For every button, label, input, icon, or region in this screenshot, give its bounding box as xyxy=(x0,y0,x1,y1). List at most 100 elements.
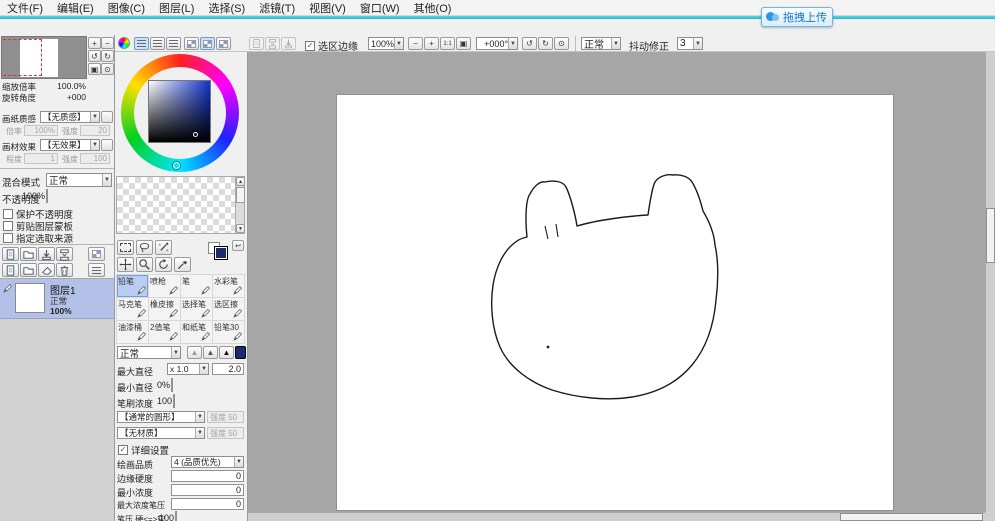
nav-zoom-out-button[interactable]: − xyxy=(101,37,114,49)
menu-item-file[interactable]: 文件(F) xyxy=(0,0,50,17)
menu-item-filter[interactable]: 滤镜(T) xyxy=(252,0,302,17)
material-effect-select[interactable]: 【无效果】 ▼ xyxy=(40,139,100,151)
tool-marker-button[interactable]: 马克笔 xyxy=(117,298,149,321)
menu-item-select[interactable]: 选择(S) xyxy=(201,0,252,17)
canvas[interactable] xyxy=(337,95,893,510)
scratchpad-scrollbar[interactable]: ▲ ▼ xyxy=(235,177,244,233)
tool-pencil-button[interactable]: 铅笔 xyxy=(117,275,149,298)
color-wheel-tab-button[interactable] xyxy=(134,37,149,50)
pressure-hard-soft-slider[interactable]: 100 xyxy=(175,511,177,521)
move-tool-button[interactable] xyxy=(117,257,134,272)
sv-square[interactable] xyxy=(148,80,211,143)
selection-source-checkbox[interactable]: 指定选取来源 xyxy=(3,231,73,245)
material-effect-extra-button[interactable] xyxy=(101,139,113,151)
brush-tip-soft-button[interactable]: ▲ xyxy=(187,346,202,359)
menu-item-edit[interactable]: 编辑(E) xyxy=(50,0,101,17)
nav-rotate-reset-button[interactable]: ⊙ xyxy=(101,63,114,75)
nav-rotate-cw-button[interactable]: ↻ xyxy=(101,50,114,62)
brush-shape-select[interactable]: 【通常的圆形】 ▼ xyxy=(117,411,205,423)
tool-paper-brush-button[interactable]: 和纸笔 xyxy=(181,321,213,344)
horizontal-scrollbar-thumb[interactable] xyxy=(840,513,983,521)
rect-select-button[interactable] xyxy=(117,240,134,255)
invert-selection-button[interactable] xyxy=(265,37,280,50)
layer-blend-select[interactable]: 正常 ▼ xyxy=(46,173,112,187)
layer-settings-button[interactable] xyxy=(88,263,105,277)
material-degree-value[interactable]: 1 xyxy=(24,153,58,164)
menu-item-others[interactable]: 其他(O) xyxy=(407,0,459,17)
magic-wand-button[interactable] xyxy=(155,240,172,255)
navigator-preview[interactable] xyxy=(1,36,87,79)
layer-mask-button[interactable] xyxy=(88,247,105,261)
tool-eraser-button[interactable]: 橡皮擦 xyxy=(149,298,181,321)
color-wheel[interactable] xyxy=(121,54,239,172)
swatches-tab-button[interactable] xyxy=(184,37,199,50)
menu-item-image[interactable]: 图像(C) xyxy=(101,0,152,17)
rotate-tool-button[interactable] xyxy=(155,257,172,272)
tool-brush-button[interactable]: 笔 xyxy=(181,275,213,298)
nav-rotate-ccw-button[interactable]: ↺ xyxy=(88,50,101,62)
scratchpad-scrollbar-thumb[interactable] xyxy=(236,187,245,203)
tool-airbrush-button[interactable]: 喷枪 xyxy=(149,275,181,298)
rotate-cw-button[interactable]: ↻ xyxy=(538,37,553,50)
brush-texture-swatch[interactable] xyxy=(235,346,246,359)
brush-tip-medium-button[interactable]: ▲ xyxy=(203,346,218,359)
layer-item[interactable]: 图层1 正常 100% xyxy=(0,279,114,319)
primary-color-swatch[interactable] xyxy=(214,246,228,260)
menu-item-window[interactable]: 窗口(W) xyxy=(353,0,407,17)
menu-item-layer[interactable]: 图层(L) xyxy=(152,0,201,17)
max-diameter-value[interactable]: 2.0 xyxy=(212,363,244,375)
deselect-button[interactable] xyxy=(249,37,264,50)
scratchpad-tab-button[interactable] xyxy=(200,37,215,50)
clear-layer-button[interactable] xyxy=(38,263,55,277)
rgb-slider-tab-button[interactable] xyxy=(150,37,165,50)
copy-layer-button[interactable] xyxy=(2,263,19,277)
tool-watercolor-button[interactable]: 水彩笔 xyxy=(213,275,245,298)
vertical-scrollbar[interactable] xyxy=(985,52,995,512)
scroll-down-icon[interactable]: ▼ xyxy=(236,224,245,233)
edge-hardness-field[interactable]: 0 xyxy=(171,470,244,482)
navigator-view-rect[interactable] xyxy=(1,39,42,76)
lasso-button[interactable] xyxy=(136,240,153,255)
horizontal-scrollbar[interactable] xyxy=(248,512,985,521)
min-density-field[interactable]: 0 xyxy=(171,484,244,496)
paper-texture-extra-button[interactable] xyxy=(101,111,113,123)
rotate-ccw-button[interactable]: ↺ xyxy=(522,37,537,50)
zoom-reset-button[interactable]: 1:1 xyxy=(440,37,455,50)
scratchpad[interactable]: ▲ ▼ xyxy=(116,176,245,234)
layer-opacity-slider[interactable]: 100% xyxy=(46,189,48,203)
tool-select-eraser-button[interactable]: 选区擦 xyxy=(213,298,245,321)
brush-density-slider[interactable]: 100 xyxy=(173,394,175,408)
canvas-angle-select[interactable]: +000° ▼ xyxy=(476,37,518,50)
new-layer-button[interactable] xyxy=(2,247,19,261)
tool-pencil30-button[interactable]: 铅笔30 xyxy=(213,321,245,344)
color-mixer-tab-button[interactable] xyxy=(216,37,231,50)
vertical-scrollbar-thumb[interactable] xyxy=(986,208,995,263)
zoom-tool-button[interactable] xyxy=(136,257,153,272)
transfer-down-button[interactable] xyxy=(38,247,55,261)
nav-zoom-reset-button[interactable]: ▣ xyxy=(88,63,101,75)
brush-tip-hard-button[interactable]: ▲ xyxy=(219,346,234,359)
toolbar-blend-select[interactable]: 正常 ▼ xyxy=(581,37,621,50)
brush-texture-strength[interactable]: 强度 50 xyxy=(207,427,244,439)
brush-blend-select[interactable]: 正常 ▼ xyxy=(117,346,181,359)
brush-shape-strength[interactable]: 强度 50 xyxy=(207,411,244,423)
selection-edge-checkbox[interactable]: ✓ 选区边缘 xyxy=(305,38,358,53)
min-diameter-slider[interactable]: 0% xyxy=(171,378,173,392)
tool-binary-pen-button[interactable]: 2值笔 xyxy=(149,321,181,344)
scroll-up-icon[interactable]: ▲ xyxy=(236,177,245,186)
zoom-in-button[interactable]: + xyxy=(424,37,439,50)
max-density-pressure-field[interactable]: 0 xyxy=(171,498,244,510)
zoom-out-button[interactable]: − xyxy=(408,37,423,50)
paper-texture-select[interactable]: 【无质感】 ▼ xyxy=(40,111,100,123)
paint-quality-select[interactable]: 4 (品质优先) ▼ xyxy=(171,456,244,468)
material-strength-value[interactable]: 100 xyxy=(80,153,110,164)
rotate-reset-button[interactable]: ⊙ xyxy=(554,37,569,50)
merge-down-button[interactable] xyxy=(56,247,73,261)
fit-window-button[interactable]: ▣ xyxy=(456,37,471,50)
paste-layer-button[interactable] xyxy=(20,263,37,277)
hsv-slider-tab-button[interactable] xyxy=(166,37,181,50)
nav-zoom-in-button[interactable]: + xyxy=(88,37,101,49)
max-diameter-unit-select[interactable]: x 1.0 ▼ xyxy=(167,363,209,375)
paper-strength-value[interactable]: 20 xyxy=(80,125,110,136)
color-swap-button[interactable]: ↩ xyxy=(232,240,244,251)
